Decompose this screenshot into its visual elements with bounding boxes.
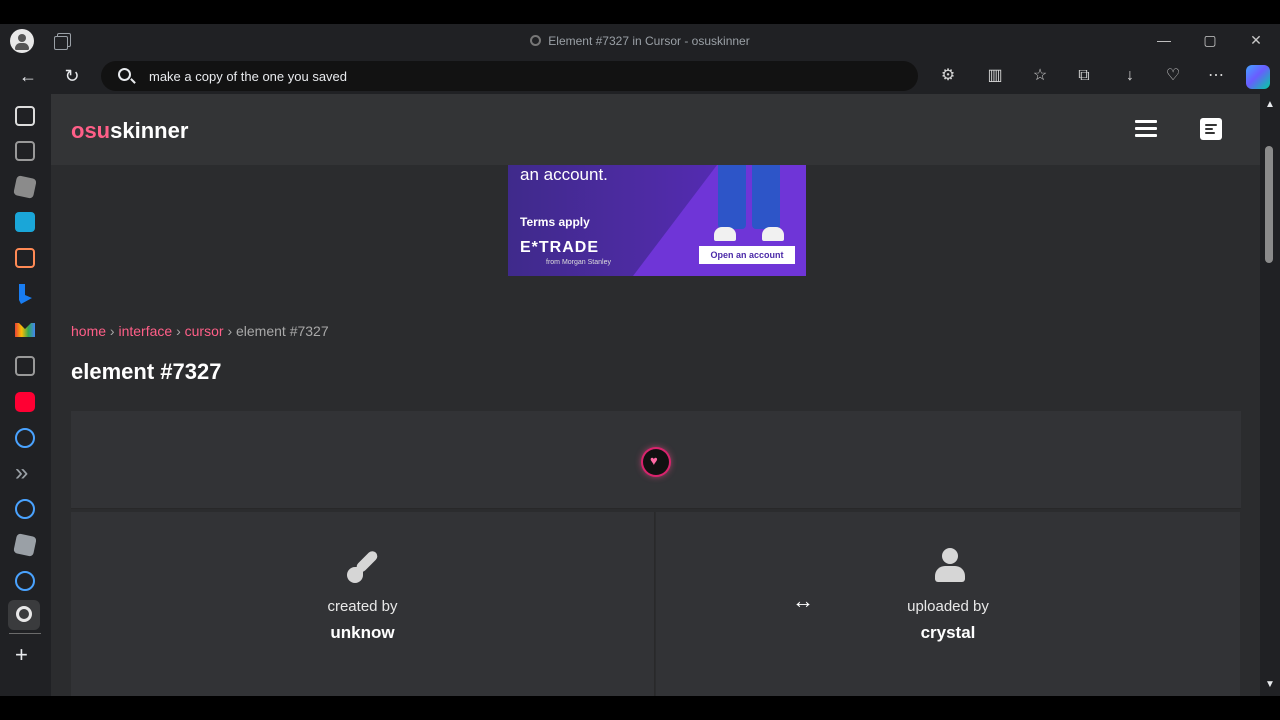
scroll-thumb[interactable] [1265, 146, 1273, 263]
logo-skinner: skinner [110, 118, 189, 143]
sidebar-briefcase-icon[interactable] [15, 248, 35, 268]
window-title-text: Element #7327 in Cursor - osuskinner [548, 34, 750, 48]
resize-cursor-icon [792, 588, 814, 614]
brush-icon [347, 549, 380, 583]
restore-button[interactable]: ▢ [1200, 32, 1220, 49]
ad-terms: Terms apply [520, 215, 590, 229]
user-icon [935, 548, 965, 582]
ad-brand-subtitle: from Morgan Stanley [546, 259, 611, 266]
heart-cursor-icon [643, 449, 669, 475]
browser-sidebar: » + [0, 94, 51, 696]
ad-brand: E*TRADE [520, 239, 600, 256]
cursor-preview-panel [71, 411, 1241, 509]
sidebar-document-icon[interactable] [15, 141, 35, 161]
sidebar-tr-icon[interactable] [15, 212, 35, 232]
back-button[interactable]: ← [16, 64, 40, 88]
browser-essentials-icon[interactable]: ♡ [1162, 65, 1184, 87]
site-logo[interactable]: osuskinner [71, 118, 188, 144]
browser-window: Element #7327 in Cursor - osuskinner — ▢… [0, 24, 1280, 696]
etrade-ad[interactable]: an account. Terms apply E*TRADE from Mor… [508, 165, 806, 276]
copilot-icon[interactable] [1246, 65, 1270, 89]
sidebar-page-icon[interactable] [15, 106, 35, 126]
collections-icon[interactable]: ⧉ [1073, 65, 1095, 87]
favorites-icon[interactable]: ☆ [1029, 65, 1051, 87]
breadcrumb: home › interface › cursor › element #732… [71, 323, 329, 339]
sidebar-search-icon[interactable] [15, 428, 35, 448]
screen-frame: Element #7327 in Cursor - osuskinner — ▢… [0, 0, 1280, 720]
webpage: osuskinner an account. Terms apply E*TRA… [51, 94, 1260, 696]
downloads-icon[interactable]: ↓ [1119, 65, 1141, 87]
address-bar[interactable]: make a copy of the one you saved [101, 61, 918, 91]
title-bar: Element #7327 in Cursor - osuskinner — ▢… [0, 24, 1280, 58]
browser-toolbar: ← ↻ make a copy of the one you saved ⚙ ▥… [0, 58, 1280, 94]
uploader-panel: uploaded by crystal [656, 512, 1240, 696]
sidebar-divider [9, 633, 41, 634]
site-favicon-icon [530, 35, 542, 46]
uploaded-by-label: uploaded by [907, 598, 989, 615]
more-icon[interactable]: ⋯ [1205, 65, 1227, 87]
close-button[interactable]: ✕ [1246, 32, 1266, 49]
search-icon [118, 68, 131, 81]
creator-panel: created by unknow [71, 512, 655, 696]
breadcrumb-cursor[interactable]: cursor [185, 323, 224, 339]
breadcrumb-home[interactable]: home [71, 323, 106, 339]
created-by-label: created by [327, 598, 398, 615]
creator-name: unknow [330, 623, 395, 642]
sidebar-search-icon-2[interactable] [15, 499, 35, 519]
sidebar-youtube-icon[interactable] [15, 392, 35, 412]
sidebar-document-icon-2[interactable] [15, 356, 35, 376]
site-header: osuskinner [51, 94, 1260, 165]
ad-open-account-button[interactable]: Open an account [699, 246, 795, 264]
breadcrumb-current: element #7327 [236, 323, 329, 339]
add-icon[interactable]: + [15, 644, 28, 666]
ad-person-illustration [714, 165, 784, 243]
sidebar-roblox-icon[interactable] [13, 533, 37, 557]
breadcrumb-separator: › [227, 323, 233, 339]
logo-osu: osu [71, 118, 111, 143]
menu-icon[interactable] [1135, 120, 1157, 138]
window-title: Element #7327 in Cursor - osuskinner [0, 34, 1280, 48]
uploader-name[interactable]: crystal [656, 623, 1240, 643]
scroll-down-icon[interactable]: ▼ [1265, 679, 1275, 690]
breadcrumb-interface[interactable]: interface [118, 323, 172, 339]
refresh-button[interactable]: ↻ [60, 64, 84, 88]
breadcrumb-separator: › [176, 323, 181, 339]
page-scrollbar[interactable]: ▲ ▼ [1260, 94, 1280, 696]
sidebar-game-icon[interactable] [13, 175, 37, 199]
sidebar-active-osuskinner[interactable] [8, 600, 40, 630]
breadcrumb-separator: › [109, 323, 115, 339]
extensions-icon[interactable]: ⚙ [937, 65, 959, 87]
sidebar-search-icon-3[interactable] [15, 571, 35, 591]
address-text[interactable]: make a copy of the one you saved [149, 69, 347, 84]
minimize-button[interactable]: — [1154, 32, 1174, 48]
sidebar-bing-icon[interactable] [19, 284, 32, 304]
osuskinner-icon [16, 606, 32, 622]
split-screen-icon[interactable]: ▥ [984, 65, 1006, 87]
scroll-up-icon[interactable]: ▲ [1265, 99, 1275, 110]
notes-icon[interactable] [1200, 118, 1222, 140]
ad-headline: an account. [520, 165, 608, 184]
page-title: element #7327 [71, 359, 222, 384]
sidebar-gmail-icon[interactable] [15, 323, 35, 337]
sidebar-double-chevron-icon[interactable]: » [15, 461, 35, 485]
